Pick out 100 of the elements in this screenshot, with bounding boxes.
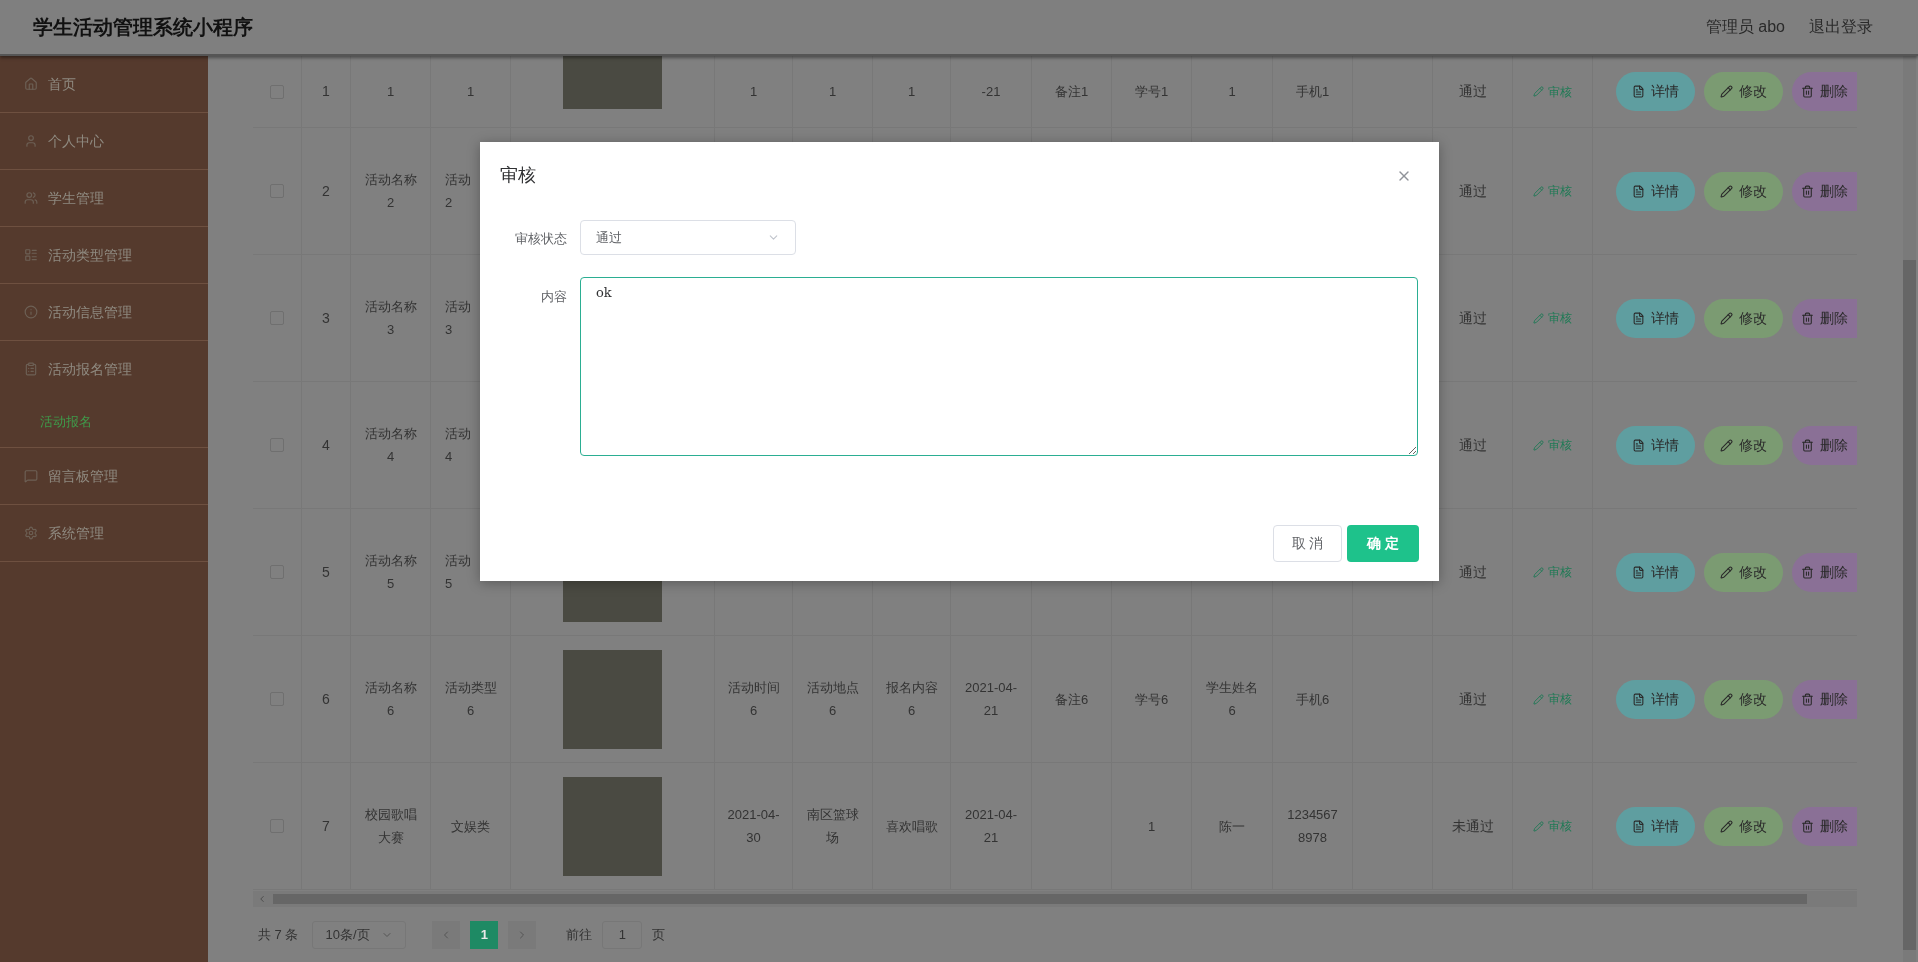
horizontal-scrollbar[interactable] bbox=[253, 891, 1857, 907]
table-cell-text: 1 bbox=[386, 83, 395, 101]
confirm-button[interactable]: 确 定 bbox=[1347, 525, 1419, 562]
table-cell-text: 活动时间6 bbox=[726, 679, 781, 720]
content-textarea[interactable]: ok bbox=[580, 277, 1418, 456]
logout-link[interactable]: 退出登录 bbox=[1809, 15, 1873, 39]
field-label: 内容 bbox=[540, 288, 567, 306]
edit-button[interactable]: 修改 bbox=[1704, 72, 1783, 111]
detail-button[interactable]: 详情 bbox=[1616, 298, 1695, 338]
sidebar-item[interactable]: 活动类型管理 bbox=[0, 227, 208, 283]
cancel-button[interactable]: 取 消 bbox=[1273, 525, 1342, 562]
table-cell-text: 备注6 bbox=[1054, 690, 1089, 709]
pencil-icon bbox=[1533, 820, 1544, 832]
table-cell-text: 活动 3 bbox=[445, 298, 471, 339]
table-cell-text: 活动 5 bbox=[445, 552, 471, 593]
edit-button[interactable]: 修改 bbox=[1704, 425, 1783, 465]
goto-label: 前往 bbox=[566, 925, 593, 944]
document-icon bbox=[1632, 311, 1645, 325]
field-label: 审核状态 bbox=[514, 230, 567, 248]
table-cell-text: 2021-04-30 bbox=[726, 806, 781, 847]
pencil-icon bbox=[1720, 692, 1733, 706]
dialog-title: 审核 bbox=[500, 164, 536, 187]
table-cell-text: 1 bbox=[749, 83, 758, 101]
settings-icon bbox=[24, 526, 38, 540]
table-cell-text: 活动地点6 bbox=[805, 679, 860, 720]
page-unit-label: 页 bbox=[652, 925, 666, 944]
table-cell-text: -21 bbox=[981, 83, 1001, 101]
table-cell-text: 活动名称3 bbox=[363, 298, 418, 339]
scroll-left-icon bbox=[257, 894, 267, 904]
user-label: 管理员 abo bbox=[1705, 17, 1785, 37]
row-number: 2 bbox=[322, 181, 330, 201]
sidebar-item[interactable]: 活动信息管理 bbox=[0, 284, 208, 340]
table-cell-text: 喜欢唱歌 bbox=[885, 817, 938, 836]
document-icon bbox=[1632, 565, 1645, 579]
table-cell-text: 1 bbox=[828, 83, 837, 101]
house-icon bbox=[24, 77, 38, 91]
table-cell-text: 活动名称6 bbox=[363, 679, 418, 720]
sidebar-subitem[interactable]: 活动报名 bbox=[0, 397, 208, 447]
pencil-icon bbox=[1533, 693, 1544, 705]
table-cell-text: 活动 2 bbox=[445, 171, 471, 212]
delete-button[interactable]: 删除 bbox=[1792, 552, 1857, 592]
prev-page-button[interactable] bbox=[432, 920, 461, 949]
table-cell-text: 活动名称4 bbox=[363, 425, 418, 466]
edit-button[interactable]: 修改 bbox=[1704, 679, 1783, 719]
status-text: 通过 bbox=[1458, 562, 1487, 582]
vertical-scrollbar[interactable] bbox=[1903, 56, 1916, 962]
sidebar-item[interactable]: 活动报名管理 bbox=[0, 341, 208, 397]
edit-button[interactable]: 修改 bbox=[1704, 171, 1783, 211]
edit-button[interactable]: 修改 bbox=[1704, 806, 1783, 846]
pencil-icon bbox=[1533, 566, 1544, 578]
message-icon bbox=[24, 469, 38, 483]
table-cell-text: 活动 4 bbox=[445, 425, 471, 466]
delete-button[interactable]: 删除 bbox=[1792, 298, 1857, 338]
row-number: 3 bbox=[322, 308, 330, 328]
trash-icon bbox=[1801, 565, 1814, 579]
delete-button[interactable]: 删除 bbox=[1792, 171, 1857, 211]
delete-button[interactable]: 删除 bbox=[1792, 806, 1857, 846]
page-input[interactable]: 1 bbox=[602, 920, 643, 949]
edit-button[interactable]: 修改 bbox=[1704, 552, 1783, 592]
clipboard-icon bbox=[24, 362, 38, 376]
delete-button[interactable]: 删除 bbox=[1792, 679, 1857, 719]
person-icon bbox=[24, 134, 38, 148]
document-icon bbox=[1632, 438, 1645, 452]
document-icon bbox=[1632, 85, 1645, 98]
table-cell-text: 1 bbox=[907, 83, 916, 101]
table-cell-text: 学号1 bbox=[1134, 83, 1169, 101]
table-cell-text: 2021-04-21 bbox=[963, 806, 1018, 847]
table-cell-text: 学号6 bbox=[1134, 690, 1169, 709]
detail-button[interactable]: 详情 bbox=[1616, 679, 1695, 719]
total-count: 共 7 条 bbox=[258, 925, 299, 944]
trash-icon bbox=[1801, 184, 1814, 198]
pencil-icon bbox=[1720, 565, 1733, 579]
table-cell-text: 2021-04-21 bbox=[963, 679, 1018, 720]
sidebar-item[interactable]: 系统管理 bbox=[0, 505, 208, 561]
table-cell-text: 手机6 bbox=[1295, 690, 1330, 709]
pencil-icon bbox=[1720, 819, 1733, 833]
delete-button[interactable]: 删除 bbox=[1792, 72, 1857, 111]
sidebar-item[interactable]: 学生管理 bbox=[0, 170, 208, 226]
pencil-icon bbox=[1720, 438, 1733, 452]
pencil-icon bbox=[1533, 86, 1544, 97]
detail-button[interactable]: 详情 bbox=[1616, 171, 1695, 211]
trash-icon bbox=[1801, 311, 1814, 325]
detail-button[interactable]: 详情 bbox=[1616, 72, 1695, 111]
page-button[interactable]: 1 bbox=[470, 920, 499, 949]
delete-button[interactable]: 删除 bbox=[1792, 425, 1857, 465]
next-page-button[interactable] bbox=[508, 920, 537, 949]
row-number: 4 bbox=[322, 435, 330, 455]
detail-button[interactable]: 详情 bbox=[1616, 552, 1695, 592]
edit-button[interactable]: 修改 bbox=[1704, 298, 1783, 338]
page-size-select[interactable]: 10条/页 bbox=[312, 920, 407, 949]
status-select[interactable]: 通过 bbox=[580, 220, 796, 255]
pencil-icon bbox=[1533, 312, 1544, 324]
people-icon bbox=[24, 191, 38, 205]
detail-button[interactable]: 详情 bbox=[1616, 425, 1695, 465]
list-icon bbox=[24, 248, 38, 262]
sidebar-item[interactable]: 首页 bbox=[0, 56, 208, 112]
trash-icon bbox=[1801, 692, 1814, 706]
detail-button[interactable]: 详情 bbox=[1616, 806, 1695, 846]
sidebar-item[interactable]: 个人中心 bbox=[0, 113, 208, 169]
sidebar-item[interactable]: 留言板管理 bbox=[0, 448, 208, 504]
